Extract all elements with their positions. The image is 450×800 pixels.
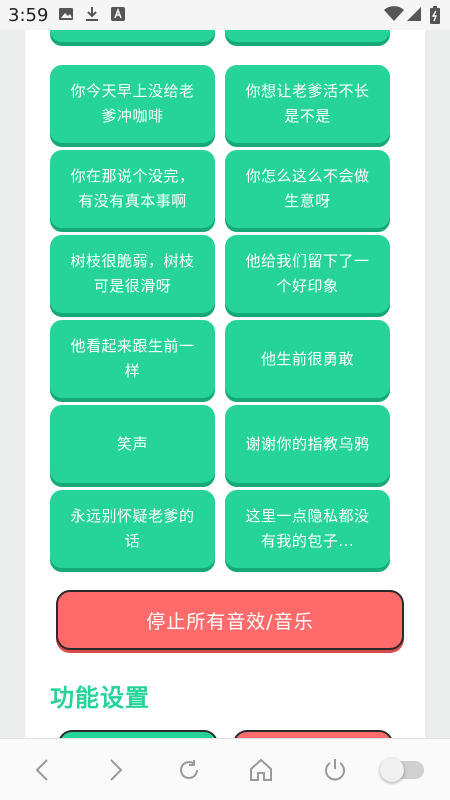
power-icon[interactable] xyxy=(322,757,348,787)
battery-icon xyxy=(430,6,440,28)
cell-signal-icon xyxy=(406,6,422,26)
download-icon xyxy=(84,6,100,26)
sound-card[interactable]: 永远别怀疑老爹的话 xyxy=(50,490,215,568)
toggle-switch[interactable] xyxy=(380,758,424,782)
status-bar: 3:59 xyxy=(0,0,450,30)
sound-card[interactable]: 树枝很脆弱，树枝可是很滑呀 xyxy=(50,235,215,313)
sound-card[interactable]: 你在那说个没完，有没有真本事啊 xyxy=(50,150,215,228)
sound-card[interactable]: 笑声 xyxy=(50,405,215,483)
sound-card[interactable]: 你怎么这么不会做生意呀 xyxy=(225,150,390,228)
sound-card[interactable]: 他看起来跟生前一样 xyxy=(50,320,215,398)
bottom-nav xyxy=(0,738,450,800)
sound-card[interactable]: 你今天早上没给老爹冲咖啡 xyxy=(50,65,215,143)
content-panel: 你今天早上没给老爹冲咖啡 你想让老爹活不长是不是 你在那说个没完，有没有真本事啊… xyxy=(25,30,425,738)
toggle-knob xyxy=(380,758,404,782)
home-icon[interactable] xyxy=(248,757,274,787)
sound-card[interactable]: 他给我们留下了一个好印象 xyxy=(225,235,390,313)
status-time: 3:59 xyxy=(8,5,49,26)
settings-button-left[interactable] xyxy=(58,730,218,738)
sound-card[interactable]: 谢谢你的指教乌鸦 xyxy=(225,405,390,483)
image-icon xyxy=(58,6,74,26)
sound-card[interactable]: 他生前很勇敢 xyxy=(225,320,390,398)
stop-all-button[interactable]: 停止所有音效/音乐 xyxy=(56,590,404,650)
settings-button-right[interactable] xyxy=(233,730,393,738)
wifi-icon xyxy=(384,6,404,26)
forward-icon[interactable] xyxy=(104,757,126,787)
sound-card[interactable] xyxy=(50,30,215,42)
sound-card[interactable]: 你想让老爹活不长是不是 xyxy=(225,65,390,143)
back-icon[interactable] xyxy=(32,757,54,787)
sound-card[interactable]: 这里一点隐私都没有我的包子... xyxy=(225,490,390,568)
section-title-settings: 功能设置 xyxy=(50,684,150,712)
sound-card[interactable] xyxy=(225,30,390,42)
a-box-icon xyxy=(110,6,126,26)
reload-icon[interactable] xyxy=(176,757,202,787)
